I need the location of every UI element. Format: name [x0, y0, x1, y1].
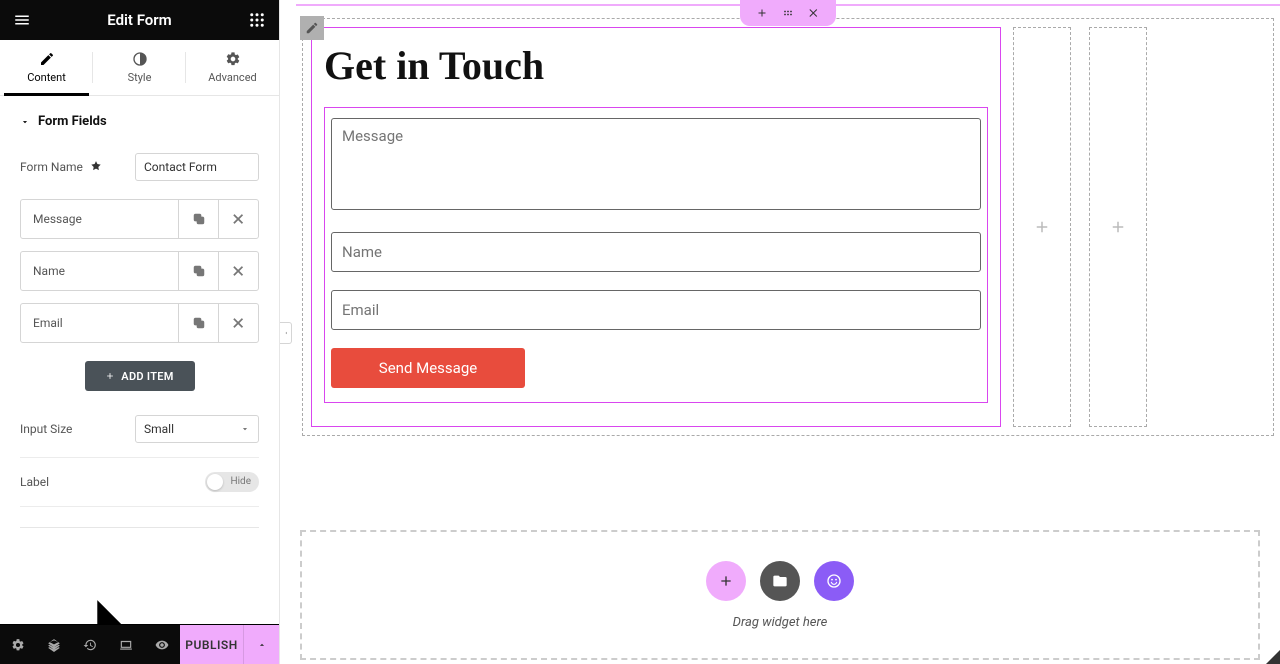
- section-buttons[interactable]: Buttons: [20, 528, 259, 624]
- field-item-name[interactable]: Name: [20, 251, 259, 291]
- section-title: Form Fields: [38, 114, 107, 129]
- dynamic-tags-icon[interactable]: [89, 160, 103, 174]
- submit-label: Send Message: [379, 359, 477, 377]
- add-new-section-button[interactable]: [706, 561, 746, 601]
- hamburger-icon[interactable]: [12, 11, 32, 29]
- publish-options-button[interactable]: [243, 625, 279, 664]
- submit-button[interactable]: Send Message: [331, 348, 525, 388]
- panel-title: Edit Form: [32, 11, 247, 29]
- tab-advanced[interactable]: Advanced: [186, 40, 279, 95]
- apps-grid-icon[interactable]: [247, 11, 267, 29]
- field-item-label: Email: [21, 304, 178, 342]
- add-widget-icon[interactable]: [1090, 28, 1146, 426]
- editor-canvas[interactable]: Get in Touch Send Message: [280, 0, 1280, 664]
- favorites-button[interactable]: [814, 561, 854, 601]
- email-field[interactable]: [331, 290, 981, 330]
- name-field[interactable]: [331, 232, 981, 272]
- duplicate-icon[interactable]: [178, 304, 218, 342]
- duplicate-icon[interactable]: [178, 252, 218, 290]
- input-size-select[interactable]: Small: [135, 415, 259, 443]
- duplicate-icon[interactable]: [178, 200, 218, 238]
- control-form-name: Form Name: [20, 143, 259, 191]
- panel-header: Edit Form: [0, 0, 279, 40]
- panel-body: Form Fields Form Name Message Name: [0, 96, 279, 624]
- tab-label: Content: [27, 71, 66, 84]
- drag-section-icon[interactable]: [782, 7, 794, 19]
- form-name-input[interactable]: [135, 153, 259, 181]
- remove-icon[interactable]: [218, 304, 258, 342]
- add-section-icon[interactable]: [756, 7, 768, 19]
- panel-footer: PUBLISH: [0, 624, 279, 664]
- control-label: Input Size: [20, 422, 72, 436]
- responsive-icon[interactable]: [108, 625, 144, 664]
- resize-handle[interactable]: [1266, 650, 1280, 664]
- remove-icon[interactable]: [218, 252, 258, 290]
- drop-zone-buttons: [706, 561, 854, 601]
- section-controls: [740, 0, 836, 26]
- tab-style[interactable]: Style: [93, 40, 186, 95]
- toggle-state-label: Hide: [230, 472, 251, 492]
- field-list: Message Name Email: [20, 199, 259, 343]
- field-item-email[interactable]: Email: [20, 303, 259, 343]
- toggle-knob: [207, 474, 223, 490]
- collapse-panel-button[interactable]: [280, 322, 292, 344]
- add-item-button[interactable]: ADD ITEM: [85, 361, 195, 391]
- column-2[interactable]: [1013, 27, 1071, 427]
- tab-content[interactable]: Content: [0, 40, 93, 95]
- tab-label: Advanced: [208, 71, 256, 84]
- settings-icon[interactable]: [0, 625, 36, 664]
- panel-tabs: Content Style Advanced: [0, 40, 279, 96]
- control-label-toggle: Label Hide: [20, 458, 259, 507]
- label-toggle[interactable]: Hide: [205, 472, 259, 492]
- field-item-message[interactable]: Message: [20, 199, 259, 239]
- drop-zone-hint: Drag widget here: [733, 615, 828, 630]
- tab-label: Style: [128, 71, 152, 84]
- add-item-label: ADD ITEM: [121, 370, 173, 383]
- publish-label: PUBLISH: [185, 638, 237, 652]
- history-icon[interactable]: [72, 625, 108, 664]
- edit-widget-icon[interactable]: [300, 16, 324, 40]
- control-label: Form Name: [20, 160, 83, 174]
- remove-icon[interactable]: [218, 200, 258, 238]
- delete-section-icon[interactable]: [808, 7, 820, 19]
- section-form-fields[interactable]: Form Fields: [20, 96, 259, 143]
- add-widget-icon[interactable]: [1014, 28, 1070, 426]
- form-heading: Get in Touch: [324, 42, 988, 89]
- preview-icon[interactable]: [144, 625, 180, 664]
- columns-container: Get in Touch Send Message: [302, 18, 1274, 436]
- page-section[interactable]: Get in Touch Send Message: [296, 0, 1280, 450]
- chevron-down-icon: [240, 424, 250, 434]
- editor-panel: Edit Form Content Style Advanced Form Fi…: [0, 0, 280, 664]
- message-field[interactable]: [331, 118, 981, 210]
- field-item-label: Name: [21, 252, 178, 290]
- column-1[interactable]: Get in Touch Send Message: [311, 27, 1001, 427]
- form-widget[interactable]: Get in Touch Send Message: [311, 27, 1001, 427]
- control-label: Label: [20, 475, 49, 489]
- navigator-icon[interactable]: [36, 625, 72, 664]
- control-input-size: Input Size Small: [20, 401, 259, 458]
- publish-button[interactable]: PUBLISH: [180, 625, 243, 664]
- select-value: Small: [144, 422, 174, 436]
- field-item-label: Message: [21, 200, 178, 238]
- form-body: Send Message: [324, 107, 988, 403]
- column-3[interactable]: [1089, 27, 1147, 427]
- add-template-button[interactable]: [760, 561, 800, 601]
- drop-zone[interactable]: Drag widget here: [300, 530, 1260, 660]
